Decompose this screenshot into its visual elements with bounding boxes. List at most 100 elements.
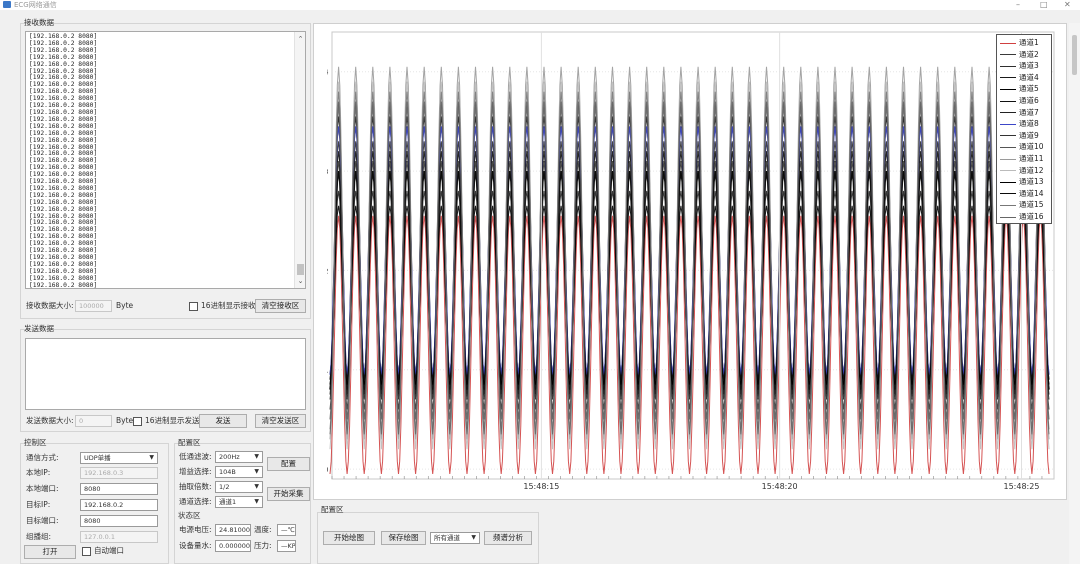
legend-swatch <box>1000 193 1016 195</box>
pressure-label: 压力: <box>254 541 272 550</box>
y-tick-label: 0 <box>327 466 328 474</box>
auto-port-checkbox[interactable] <box>82 547 91 556</box>
control-group-title: 控制区 <box>24 438 47 447</box>
send-hex-checkbox[interactable] <box>133 417 142 426</box>
gain-label: 增益选择: <box>179 467 212 476</box>
recv-line: [192.168.0.2 8080] <box>29 281 98 289</box>
clear-send-button[interactable]: 清空发送区 <box>255 414 306 428</box>
legend-label: 通道12 <box>1019 165 1044 175</box>
x-tick-label: 15:48:25 <box>1004 482 1040 490</box>
start-plot-button[interactable]: 开始绘图 <box>323 531 375 545</box>
window-scroll-thumb[interactable] <box>1072 35 1077 75</box>
chevron-down-icon: ▼ <box>254 483 259 490</box>
decim-select[interactable]: 1/2 ▼ <box>215 481 263 493</box>
legend-label: 通道4 <box>1019 72 1039 82</box>
temp-label: 温度: <box>254 525 272 534</box>
recv-lines: [192.168.0.2 8080] [192.168.0.2 8080] [192… <box>29 33 98 289</box>
legend-item: 通道11 <box>1000 153 1052 164</box>
open-button[interactable]: 打开 <box>24 545 76 559</box>
level-field: 0.000000 <box>215 540 251 552</box>
window-scrollbar[interactable] <box>1069 23 1080 564</box>
recv-textarea[interactable]: [192.168.0.2 8080] [192.168.0.2 8080] [192… <box>25 31 306 289</box>
legend-swatch <box>1000 146 1016 148</box>
legend-label: 通道16 <box>1019 212 1044 221</box>
auto-port-label: 自动端口 <box>94 546 124 555</box>
close-button[interactable]: ✕ <box>1064 0 1071 10</box>
legend-label: 通道9 <box>1019 130 1039 140</box>
channel-value: 通道1 <box>219 498 237 506</box>
legend-label: 通道1 <box>1019 38 1039 47</box>
start-collect-button[interactable]: 开始采集 <box>267 487 310 501</box>
channel-select[interactable]: 通道1 ▼ <box>215 496 263 508</box>
minimize-button[interactable]: – <box>1016 0 1020 10</box>
lowpass-label: 低通滤波: <box>179 452 212 461</box>
group-label: 组播组: <box>26 532 52 541</box>
legend-item: 通道14 <box>1000 188 1052 199</box>
clear-recv-button[interactable]: 清空接收区 <box>255 299 306 313</box>
chevron-down-icon: ▼ <box>471 534 476 541</box>
legend-item: 通道16 <box>1000 211 1052 222</box>
legend-item: 通道2 <box>1000 49 1052 60</box>
legend-item: 通道12 <box>1000 165 1052 176</box>
spectrum-button[interactable]: 频谱分析 <box>484 531 532 545</box>
chevron-down-icon: ▼ <box>149 454 154 461</box>
send-group-title: 发送数据 <box>24 324 54 333</box>
legend-swatch <box>1000 65 1016 67</box>
legend-swatch <box>1000 54 1016 56</box>
legend-item: 通道15 <box>1000 199 1052 210</box>
legend-swatch <box>1000 42 1016 44</box>
send-button[interactable]: 发送 <box>199 414 247 428</box>
legend-label: 通道2 <box>1019 49 1039 59</box>
status-group-title: 状态区 <box>178 511 201 520</box>
legend-swatch <box>1000 216 1016 218</box>
mode-select[interactable]: UDP单播 ▼ <box>80 452 158 464</box>
legend-item: 通道5 <box>1000 83 1052 94</box>
legend-label: 通道8 <box>1019 119 1039 129</box>
recv-hex-label: 16进制显示接收 <box>201 301 256 310</box>
local-ip-label: 本地IP: <box>26 468 51 477</box>
mode-label: 通信方式: <box>26 453 59 462</box>
legend-label: 通道7 <box>1019 107 1039 117</box>
legend-label: 通道10 <box>1019 142 1044 152</box>
pressure-field: —KP <box>277 540 296 552</box>
recv-group-title: 接收数据 <box>24 18 54 27</box>
legend-swatch <box>1000 181 1016 183</box>
scroll-thumb[interactable] <box>297 264 304 275</box>
local-port-label: 本地端口: <box>26 484 59 493</box>
maximize-button[interactable]: □ <box>1040 0 1048 10</box>
legend-item: 通道13 <box>1000 176 1052 187</box>
legend-item: 通道10 <box>1000 141 1052 152</box>
legend-swatch <box>1000 204 1016 206</box>
legend-swatch <box>1000 170 1016 172</box>
channel-filter-value: 所有通道 <box>434 534 460 542</box>
recv-scrollbar[interactable]: ⌃ ⌄ <box>294 32 305 288</box>
recv-hex-checkbox[interactable] <box>189 302 198 311</box>
plot-config-title: 配置区 <box>321 505 344 514</box>
send-textarea[interactable] <box>25 338 306 410</box>
legend-item: 通道9 <box>1000 130 1052 141</box>
config-button[interactable]: 配置 <box>267 457 310 471</box>
legend-swatch <box>1000 158 1016 160</box>
chevron-down-icon: ▼ <box>254 453 259 460</box>
target-ip-label: 目标IP: <box>26 500 51 509</box>
recv-size-unit: Byte <box>116 301 134 310</box>
legend-label: 通道11 <box>1019 154 1044 163</box>
gain-select[interactable]: 104B ▼ <box>215 466 263 478</box>
local-port-field[interactable]: 8080 <box>80 483 158 495</box>
save-plot-button[interactable]: 保存绘图 <box>381 531 426 545</box>
scroll-down-icon[interactable]: ⌄ <box>295 276 305 286</box>
y-tick-label: 4 <box>327 69 329 77</box>
legend-item: 通道1 <box>1000 37 1052 48</box>
x-tick-label: 15:48:20 <box>762 482 798 490</box>
y-tick-label: 3 <box>327 168 328 176</box>
legend-label: 通道5 <box>1019 84 1039 94</box>
scroll-up-icon[interactable]: ⌃ <box>295 34 305 44</box>
temp-field: —℃ <box>277 524 296 536</box>
chart-legend: 通道1 通道2 通道3 通道4 通道5 通道6 通道7 通道8 通道9 通道10 通道11 通道12 通… <box>996 34 1052 224</box>
target-port-field[interactable]: 8080 <box>80 515 158 527</box>
channel-filter-select[interactable]: 所有通道 ▼ <box>430 532 480 544</box>
target-ip-field[interactable]: 192.168.0.2 <box>80 499 158 511</box>
group-field: 127.0.0.1 <box>80 531 158 543</box>
lowpass-value: 200Hz <box>219 453 240 461</box>
lowpass-select[interactable]: 200Hz ▼ <box>215 451 263 463</box>
